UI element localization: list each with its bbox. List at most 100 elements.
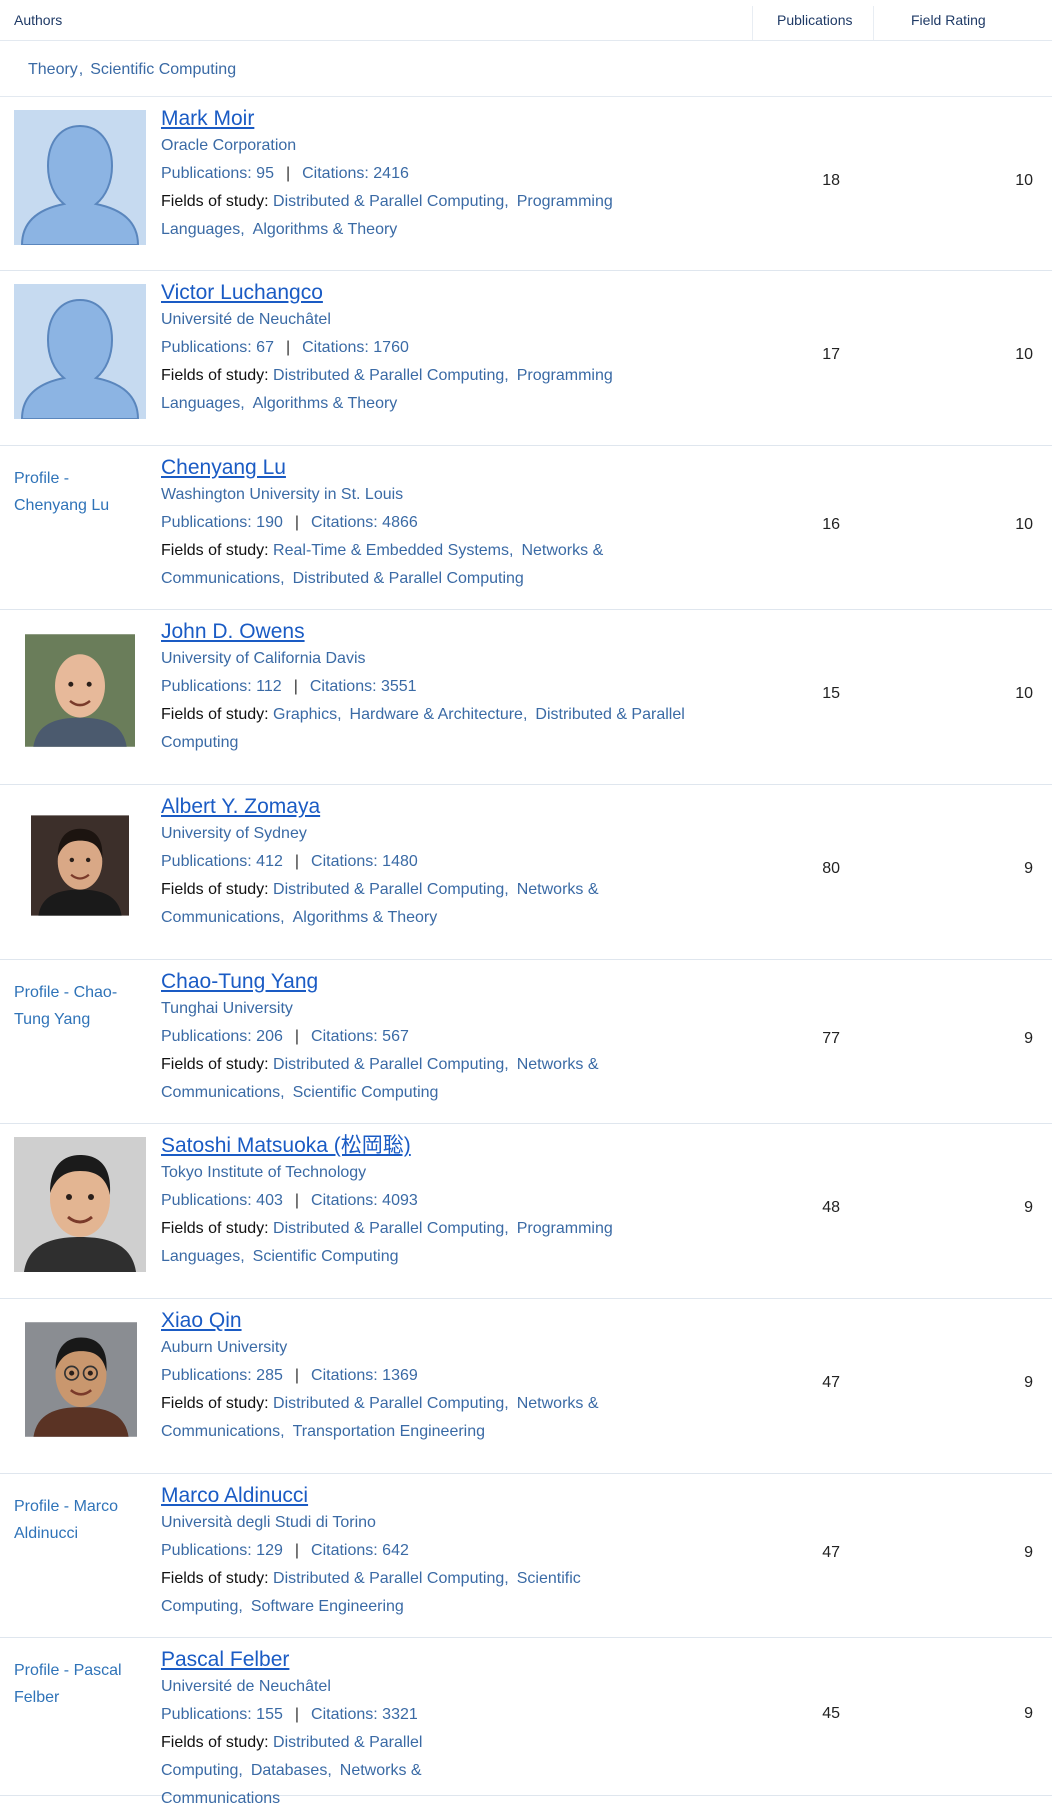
author-photo[interactable] [14,284,146,419]
field-of-study-link[interactable]: Transportation Engineering [293,1423,485,1440]
stats-line: Publications: 129 | Citations: 642 [161,1537,691,1565]
publications-count: 412 [256,853,283,870]
fields-label: Fields of study: [161,881,274,898]
publications-count: 112 [256,678,282,695]
field-of-study-link[interactable]: Distributed & Parallel Computing [273,193,504,210]
publications-label: Publications: [161,1367,257,1384]
author-name-link[interactable]: Xiao Qin [161,1308,691,1334]
author-name-link[interactable]: Satoshi Matsuoka (松岡聡) [161,1133,691,1159]
citations-count: 642 [382,1542,409,1559]
fields-label: Fields of study: [161,193,274,210]
author-info: Mark Moir Oracle Corporation Publications:… [161,106,691,244]
author-info: Satoshi Matsuoka (松岡聡) Tokyo Institute of… [161,1133,691,1271]
stats-divider: | [293,678,298,695]
field-rating-value: 9 [1024,1544,1033,1561]
field-of-study-link[interactable]: Algorithms & Theory [293,909,438,926]
author-info: Victor Luchangco Université de Neuchâtel P… [161,280,691,418]
profile-image-link[interactable]: Profile - Pascal Felber [14,1657,139,1711]
fields-label: Fields of study: [161,1570,274,1587]
field-rating-value: 9 [1024,1030,1033,1047]
field-of-study-link[interactable]: Software Engineering [251,1598,404,1615]
stats-divider: | [294,853,300,870]
field-of-study-link[interactable]: Distributed & Parallel Computing [293,570,524,587]
affiliation[interactable]: Oracle Corporation [161,132,691,160]
field-of-study-link[interactable]: Graphics [273,706,337,723]
stats-divider: | [294,1192,300,1209]
profile-image-link[interactable]: Profile - Chao-Tung Yang [14,979,139,1033]
fields-of-study: Fields of study: Distributed & Parallel … [161,1395,599,1440]
stats-divider: | [294,514,300,531]
publications-count: 95 [256,165,274,182]
affiliation[interactable]: Tokyo Institute of Technology [161,1159,691,1187]
field-of-study-link[interactable]: Hardware & Architecture [350,706,523,723]
author-name-link[interactable]: Pascal Felber [161,1647,501,1673]
profile-image-link[interactable]: Profile - Chenyang Lu [14,465,139,519]
affiliation[interactable]: Università degli Studi di Torino [161,1509,691,1537]
publications-label: Publications: [161,1192,257,1209]
author-row: Profile - Pascal Felber Pascal Felber Univ… [0,1638,1052,1807]
affiliation[interactable]: University of California Davis [161,645,691,673]
field-of-study-link[interactable]: Distributed & Parallel Computing [273,1220,504,1237]
publications-label: Publications: [161,339,257,356]
stats-divider: | [285,339,291,356]
citations-count: 4093 [382,1192,418,1209]
author-photo[interactable] [31,798,129,933]
author-name-link[interactable]: Marco Aldinucci [161,1483,691,1509]
field-of-study-link[interactable]: Distributed & Parallel Computing [273,367,504,384]
field-of-study-link[interactable]: Distributed & Parallel Computing [273,881,504,898]
fields-label: Fields of study: [161,1056,274,1073]
field-rating-column-header[interactable]: Field Rating [911,12,986,28]
field-rating-value: 9 [1024,1199,1033,1216]
affiliation[interactable]: Université de Neuchâtel [161,306,691,334]
field-filter-chips: Theory, Scientific Computing [28,61,237,78]
filter-chip-theory[interactable]: Theory [28,61,78,78]
affiliation[interactable]: Université de Neuchâtel [161,1673,501,1701]
field-of-study-link[interactable]: Scientific Computing [253,1248,399,1265]
publications-label: Publications: [161,1706,257,1723]
stats-line: Publications: 285 | Citations: 1369 [161,1362,691,1390]
publications-column-header[interactable]: Publications [777,12,853,28]
field-of-study-link[interactable]: Distributed & Parallel Computing [273,1056,504,1073]
fields-label: Fields of study: [161,706,274,723]
field-of-study-link[interactable]: Algorithms & Theory [253,221,398,238]
filter-chip-scientific-computing[interactable]: Scientific Computing [90,61,236,78]
fields-of-study: Fields of study: Distributed & Parallel … [161,193,613,238]
author-name-link[interactable]: Albert Y. Zomaya [161,794,691,820]
author-info: Albert Y. Zomaya University of Sydney Publ… [161,794,691,932]
field-of-study-link[interactable]: Scientific Computing [293,1084,439,1101]
author-name-link[interactable]: John D. Owens [161,619,691,645]
field-of-study-link[interactable]: Distributed & Parallel Computing [273,1395,504,1412]
author-row: Satoshi Matsuoka (松岡聡) Tokyo Institute of… [0,1124,1052,1299]
citations-label: Citations: [311,853,383,870]
fields-of-study: Fields of study: Distributed & Parallel … [161,367,613,412]
authors-column-header[interactable]: Authors [14,12,62,28]
field-of-study-link[interactable]: Real-Time & Embedded Systems [273,542,509,559]
affiliation[interactable]: Tunghai University [161,995,691,1023]
affiliation[interactable]: Washington University in St. Louis [161,481,691,509]
profile-image-link[interactable]: Profile - Marco Aldinucci [14,1493,139,1547]
citations-label: Citations: [311,1542,383,1559]
author-list: Mark Moir Oracle Corporation Publications:… [0,97,1052,1807]
author-name-link[interactable]: Victor Luchangco [161,280,691,306]
field-of-study-link[interactable]: Algorithms & Theory [253,395,398,412]
author-photo[interactable] [14,110,146,245]
author-photo[interactable] [25,1312,137,1447]
author-name-link[interactable]: Chao-Tung Yang [161,969,691,995]
field-rating-value: 10 [1015,172,1033,189]
author-photo[interactable] [14,1137,146,1272]
author-info: Xiao Qin Auburn University Publications: 2… [161,1308,691,1446]
author-name-link[interactable]: Chenyang Lu [161,455,691,481]
stats-divider: | [294,1028,300,1045]
fields-of-study: Fields of study: Distributed & Parallel … [161,1056,599,1101]
affiliation[interactable]: University of Sydney [161,820,691,848]
author-photo[interactable] [25,623,135,758]
author-row: Albert Y. Zomaya University of Sydney Publ… [0,785,1052,960]
publications-value: 77 [822,1030,840,1047]
field-of-study-link[interactable]: Distributed & Parallel Computing [273,1570,504,1587]
publications-value: 18 [822,172,840,189]
citations-count: 2416 [373,165,409,182]
field-of-study-link[interactable]: Databases [251,1762,328,1779]
affiliation[interactable]: Auburn University [161,1334,691,1362]
author-name-link[interactable]: Mark Moir [161,106,691,132]
author-row: Mark Moir Oracle Corporation Publications:… [0,97,1052,271]
